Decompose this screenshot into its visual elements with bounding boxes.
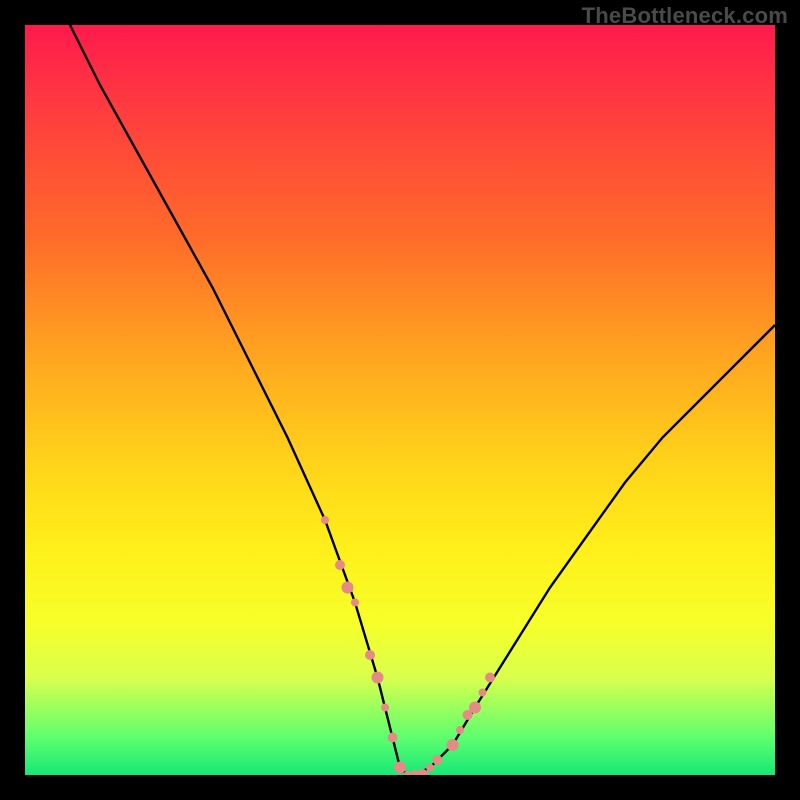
highlight-dot	[351, 599, 359, 607]
bottleneck-curve-svg	[25, 25, 775, 775]
highlight-dot	[456, 726, 464, 734]
watermark-text: TheBottleneck.com	[582, 3, 788, 29]
highlight-dot	[426, 764, 434, 772]
highlight-dot	[433, 755, 443, 765]
highlight-dot	[388, 733, 398, 743]
highlight-dot	[394, 762, 406, 774]
bottleneck-curve	[70, 25, 775, 775]
highlight-dot	[479, 689, 487, 697]
highlight-dot	[342, 582, 354, 594]
highlight-dot	[485, 673, 495, 683]
highlight-dots	[321, 516, 495, 775]
highlight-dot	[321, 516, 329, 524]
highlight-dot	[365, 650, 375, 660]
highlight-dot	[447, 739, 459, 751]
highlight-dot	[372, 672, 384, 684]
chart-frame	[25, 25, 775, 775]
highlight-dot	[335, 560, 345, 570]
highlight-dot	[381, 704, 389, 712]
highlight-dot	[469, 702, 481, 714]
